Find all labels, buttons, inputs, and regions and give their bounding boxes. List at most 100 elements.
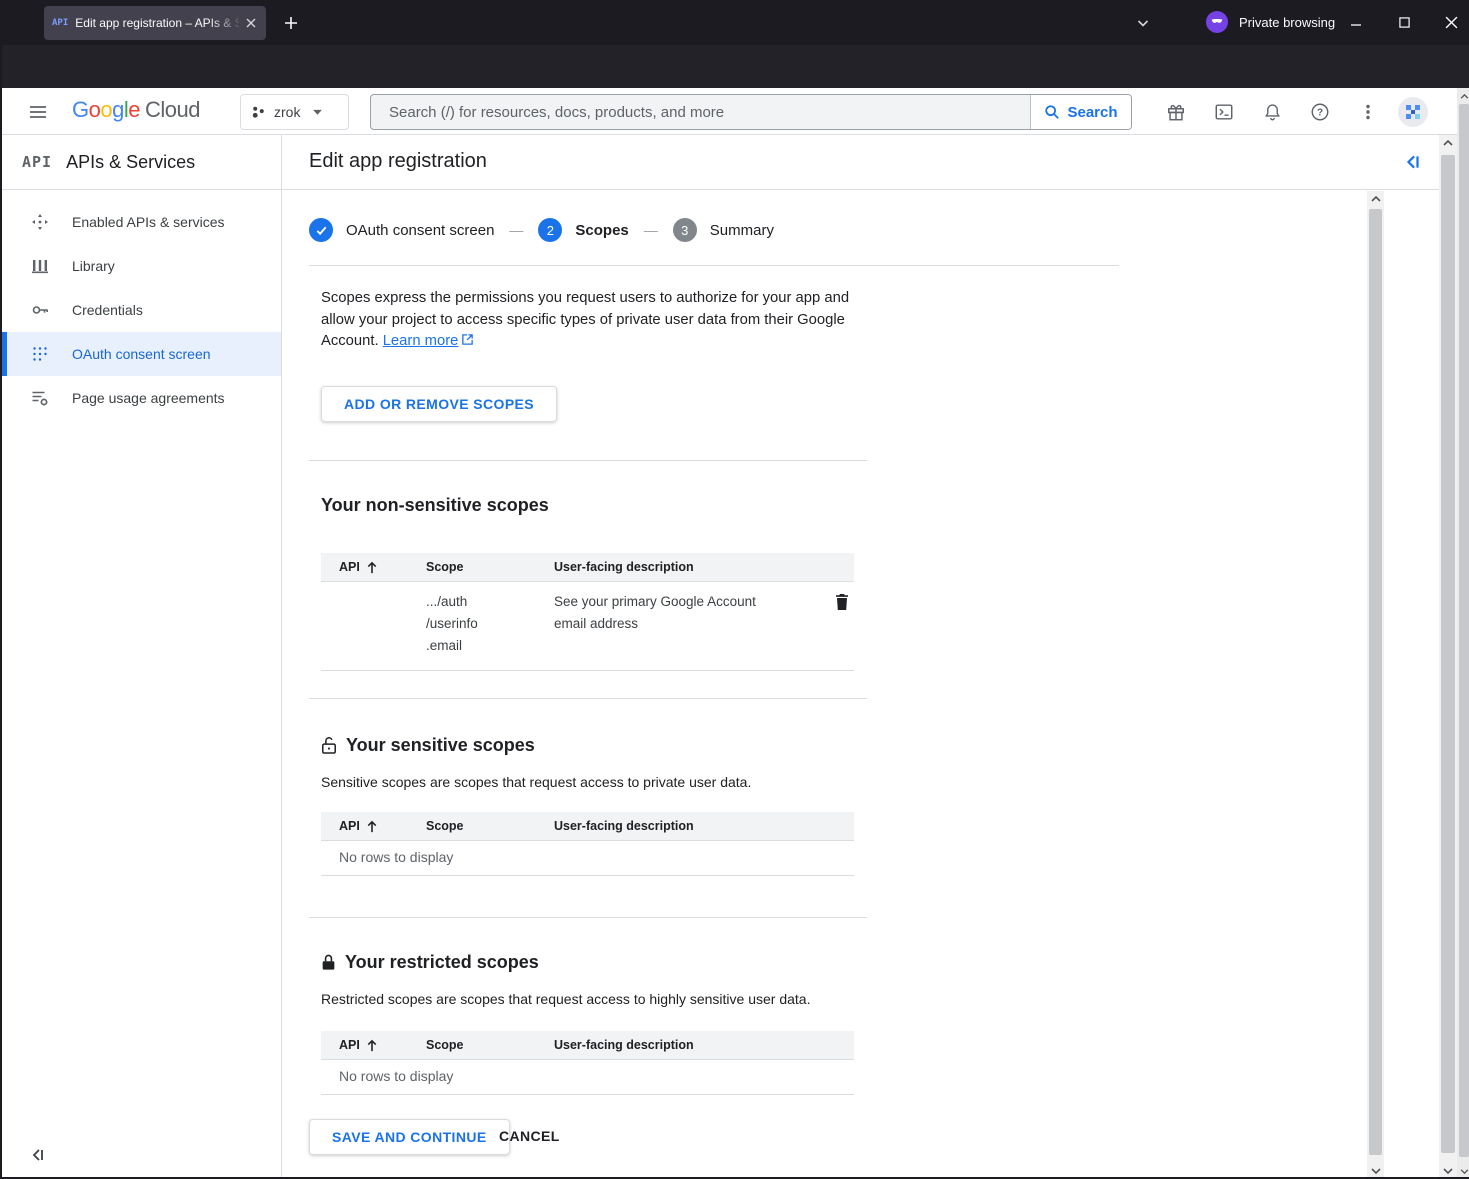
- column-api-sort[interactable]: API: [321, 1038, 426, 1052]
- search-input[interactable]: [371, 95, 1030, 129]
- new-tab-button[interactable]: [276, 8, 306, 38]
- sidebar-item-label: Enabled APIs & services: [72, 214, 225, 230]
- lock-closed-icon: [321, 953, 336, 972]
- stepper: OAuth consent screen — 2 Scopes — 3 Summ…: [309, 210, 774, 250]
- notifications-bell-icon[interactable]: [1259, 99, 1285, 125]
- list-tabs-chevron-icon[interactable]: [1130, 10, 1156, 36]
- window-minimize-button[interactable]: [1339, 0, 1373, 45]
- delete-scope-trash-icon[interactable]: [834, 593, 850, 657]
- sidebar-item-label: Library: [72, 258, 115, 274]
- sensitive-scopes-title: Your sensitive scopes: [321, 735, 535, 756]
- table-header: API Scope User-facing description: [321, 1031, 854, 1060]
- step-separator: —: [509, 222, 523, 238]
- navigation-toolbar: https://console.cloud.google.com/apis/cr…: [2, 45, 1469, 88]
- scrollbar-thumb[interactable]: [1369, 209, 1382, 1155]
- step-done-check-icon[interactable]: [309, 218, 333, 242]
- scrollbar-thumb[interactable]: [1441, 155, 1455, 1153]
- browser-tab[interactable]: API Edit app registration – APIs & Se: [44, 6, 266, 40]
- main-header: Edit app registration: [282, 135, 1439, 190]
- svg-text:?: ?: [1317, 108, 1323, 119]
- step-label-oauth[interactable]: OAuth consent screen: [346, 222, 494, 239]
- account-avatar[interactable]: [1398, 97, 1428, 127]
- project-picker[interactable]: zrok: [240, 94, 349, 130]
- sidebar-item-label: OAuth consent screen: [72, 346, 211, 362]
- sensitive-scopes-table: API Scope User-facing description No row…: [321, 812, 854, 876]
- sidebar-item-enabled-apis[interactable]: Enabled APIs & services: [2, 200, 281, 244]
- step-number-3: 3: [673, 218, 697, 242]
- private-browsing-indicator: Private browsing: [1206, 11, 1335, 33]
- cloud-shell-icon[interactable]: [1211, 99, 1237, 125]
- column-description: User-facing description: [554, 1038, 794, 1052]
- table-row: .../auth /userinfo .email See your prima…: [321, 582, 854, 671]
- table-header: API Scope User-facing description: [321, 812, 854, 841]
- scroll-up-arrow-icon[interactable]: [1457, 88, 1469, 104]
- sort-ascending-arrow-icon: [366, 820, 378, 833]
- scroll-down-arrow-icon[interactable]: [1439, 1163, 1457, 1179]
- scroll-up-arrow-icon[interactable]: [1439, 135, 1457, 151]
- console-search-bar: Search: [370, 94, 1132, 130]
- credentials-key-icon: [30, 301, 50, 319]
- scroll-down-arrow-icon[interactable]: [1367, 1163, 1384, 1179]
- external-link-icon: [461, 333, 474, 346]
- step-number-2: 2: [538, 218, 562, 242]
- empty-table-message: No rows to display: [321, 841, 854, 876]
- window-maximize-button[interactable]: [1387, 0, 1421, 45]
- more-options-kebab-icon[interactable]: [1355, 99, 1381, 125]
- divider: [309, 698, 867, 699]
- content-scrollbar[interactable]: [1367, 191, 1384, 1179]
- column-scope: Scope: [426, 560, 554, 574]
- sidebar-item-credentials[interactable]: Credentials: [2, 288, 281, 332]
- sidebar-item-library[interactable]: Library: [2, 244, 281, 288]
- step-separator: —: [644, 222, 658, 238]
- search-button[interactable]: Search: [1030, 95, 1131, 129]
- project-name: zrok: [274, 104, 300, 120]
- google-cloud-logo[interactable]: GoogleCloud: [72, 97, 200, 123]
- panel-collapse-icon[interactable]: [1404, 153, 1422, 171]
- console-scrollbar[interactable]: [1439, 135, 1457, 1179]
- sidebar-header: API APIs & Services: [2, 135, 281, 190]
- non-sensitive-scopes-title: Your non-sensitive scopes: [321, 495, 549, 516]
- tab-favicon-api: API: [52, 18, 68, 28]
- tab-bar: API Edit app registration – APIs & Se Pr…: [2, 0, 1469, 45]
- search-icon: [1044, 104, 1060, 120]
- help-icon[interactable]: ?: [1307, 99, 1333, 125]
- column-scope: Scope: [426, 819, 554, 833]
- sidebar-item-label: Page usage agreements: [72, 390, 225, 406]
- add-or-remove-scopes-button[interactable]: ADD OR REMOVE SCOPES: [321, 386, 557, 422]
- page-usage-icon: [30, 389, 50, 407]
- column-api-sort[interactable]: API: [321, 819, 426, 833]
- sidebar-item-oauth-consent-screen[interactable]: OAuth consent screen: [2, 332, 281, 376]
- cancel-button[interactable]: CANCEL: [499, 1128, 560, 1144]
- scroll-up-arrow-icon[interactable]: [1367, 191, 1384, 207]
- tab-close-icon[interactable]: [244, 16, 258, 30]
- console-menu-icon[interactable]: [26, 100, 50, 124]
- tab-title: Edit app registration – APIs & Se: [75, 16, 239, 30]
- api-logo: API: [22, 153, 52, 171]
- sort-ascending-arrow-icon: [366, 1039, 378, 1052]
- browser-scrollbar[interactable]: [1457, 88, 1469, 1179]
- sidebar-title: APIs & Services: [66, 152, 195, 173]
- divider: [309, 460, 867, 461]
- lock-open-icon: [321, 736, 337, 755]
- project-icon: [251, 105, 266, 120]
- divider: [309, 265, 1119, 266]
- page-title: Edit app registration: [309, 150, 487, 173]
- browser-window: API Edit app registration – APIs & Se Pr…: [0, 0, 1469, 1179]
- scope-description: See your primary Google Account email ad…: [554, 591, 772, 657]
- sidebar-item-page-usage-agreements[interactable]: Page usage agreements: [2, 376, 281, 420]
- divider: [309, 917, 867, 918]
- enabled-apis-icon: [30, 213, 50, 231]
- oauth-consent-icon: [30, 346, 50, 362]
- sidebar: API APIs & Services Enabled APIs & servi…: [2, 135, 282, 1179]
- private-mask-icon: [1206, 11, 1228, 33]
- scroll-down-arrow-icon[interactable]: [1457, 1163, 1469, 1179]
- save-and-continue-button[interactable]: SAVE AND CONTINUE: [309, 1119, 510, 1155]
- learn-more-link[interactable]: Learn more: [383, 333, 459, 349]
- scrollbar-thumb[interactable]: [1459, 104, 1469, 1157]
- column-api-sort[interactable]: API: [321, 560, 426, 574]
- sidebar-collapse-icon[interactable]: [30, 1147, 46, 1163]
- private-browsing-label: Private browsing: [1239, 15, 1335, 30]
- library-icon: [30, 258, 50, 274]
- window-close-button[interactable]: [1434, 0, 1468, 45]
- free-trial-gift-icon[interactable]: [1163, 99, 1189, 125]
